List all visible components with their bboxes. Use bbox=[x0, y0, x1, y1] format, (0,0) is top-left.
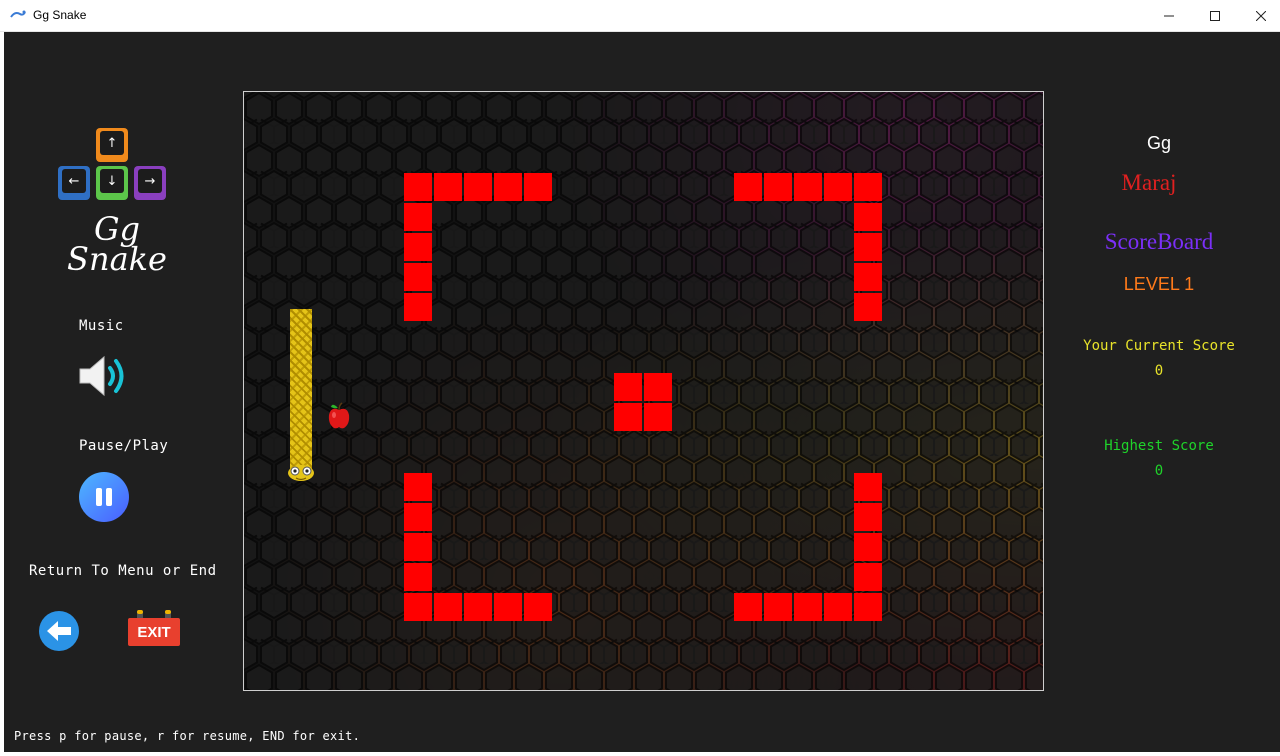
game-logo: ↑ ← ↓ → Gg Snake bbox=[56, 128, 178, 280]
maximize-icon bbox=[1210, 10, 1220, 21]
scoreboard-title: ScoreBoard bbox=[1104, 229, 1214, 254]
app-icon bbox=[10, 10, 26, 18]
wall-block bbox=[854, 593, 882, 621]
wall-block bbox=[464, 173, 492, 201]
wall-block bbox=[464, 593, 492, 621]
wall-block bbox=[824, 173, 852, 201]
arrow-left-icon bbox=[47, 621, 71, 641]
player-last-name: Maraj bbox=[1121, 170, 1177, 195]
wall-block bbox=[614, 403, 642, 431]
wall-block bbox=[734, 593, 762, 621]
wall-block bbox=[404, 233, 432, 261]
wall-block bbox=[644, 403, 672, 431]
up-key-icon: ↑ bbox=[96, 128, 128, 162]
wall-block bbox=[854, 473, 882, 501]
exit-button[interactable]: EXIT bbox=[128, 610, 180, 648]
wall-block bbox=[404, 203, 432, 231]
wall-block bbox=[734, 173, 762, 201]
snake-head-icon bbox=[288, 465, 314, 481]
wall-block bbox=[404, 173, 432, 201]
close-button[interactable] bbox=[1238, 0, 1280, 31]
wall-block bbox=[404, 533, 432, 561]
apple-icon bbox=[328, 402, 350, 429]
highest-score-value: 0 bbox=[1154, 463, 1164, 479]
logo-text-line2: Snake bbox=[67, 240, 167, 278]
return-label: Return To Menu or End bbox=[29, 563, 217, 579]
wall-block bbox=[524, 593, 552, 621]
wall-block bbox=[854, 503, 882, 531]
close-icon bbox=[1256, 10, 1266, 21]
right-key-icon: → bbox=[134, 166, 166, 200]
wall-block bbox=[434, 173, 462, 201]
speaker-icon[interactable] bbox=[76, 352, 130, 400]
wall-block bbox=[494, 593, 522, 621]
wall-block bbox=[404, 473, 432, 501]
left-key-icon: ← bbox=[58, 166, 90, 200]
pause-play-label: Pause/Play bbox=[79, 438, 169, 454]
wall-block bbox=[854, 533, 882, 561]
wall-block bbox=[614, 373, 642, 401]
minimize-icon bbox=[1164, 15, 1174, 16]
wall-block bbox=[404, 563, 432, 591]
minimize-button[interactable] bbox=[1146, 0, 1192, 31]
current-score-value: 0 bbox=[1154, 363, 1164, 379]
wall-block bbox=[794, 173, 822, 201]
wall-block bbox=[764, 593, 792, 621]
highest-score-label: Highest Score bbox=[1104, 438, 1214, 454]
wall-block bbox=[854, 263, 882, 291]
music-label: Music bbox=[79, 318, 124, 334]
wall-block bbox=[524, 173, 552, 201]
wall-block bbox=[824, 593, 852, 621]
wall-block bbox=[854, 563, 882, 591]
maximize-button[interactable] bbox=[1192, 0, 1238, 31]
wall-block bbox=[494, 173, 522, 201]
pause-icon bbox=[96, 488, 102, 506]
down-key-icon: ↓ bbox=[96, 166, 128, 200]
wall-block bbox=[854, 233, 882, 261]
wall-block bbox=[404, 263, 432, 291]
player-first-name: Gg bbox=[1146, 133, 1171, 153]
wall-block bbox=[404, 503, 432, 531]
wall-block bbox=[794, 593, 822, 621]
game-window: ↑ ← ↓ → Gg Snake Music Pause/Play Return… bbox=[4, 32, 1280, 752]
game-board[interactable] bbox=[243, 91, 1044, 691]
wall-block bbox=[764, 173, 792, 201]
pause-button[interactable] bbox=[79, 472, 129, 522]
wall-block bbox=[854, 203, 882, 231]
level-indicator: LEVEL 1 bbox=[1123, 274, 1195, 294]
wall-block bbox=[854, 293, 882, 321]
wall-block bbox=[434, 593, 462, 621]
return-to-menu-button[interactable] bbox=[39, 611, 79, 651]
help-text: Press p for pause, r for resume, END for… bbox=[14, 729, 361, 743]
window-titlebar: Gg Snake bbox=[0, 0, 1280, 32]
wall-block bbox=[644, 373, 672, 401]
exit-sign-icon: EXIT bbox=[128, 618, 180, 646]
window-title: Gg Snake bbox=[33, 8, 87, 22]
wall-block bbox=[854, 173, 882, 201]
current-score-label: Your Current Score bbox=[1083, 338, 1235, 354]
wall-block bbox=[404, 593, 432, 621]
wall-block bbox=[404, 293, 432, 321]
snake-body bbox=[290, 309, 312, 469]
